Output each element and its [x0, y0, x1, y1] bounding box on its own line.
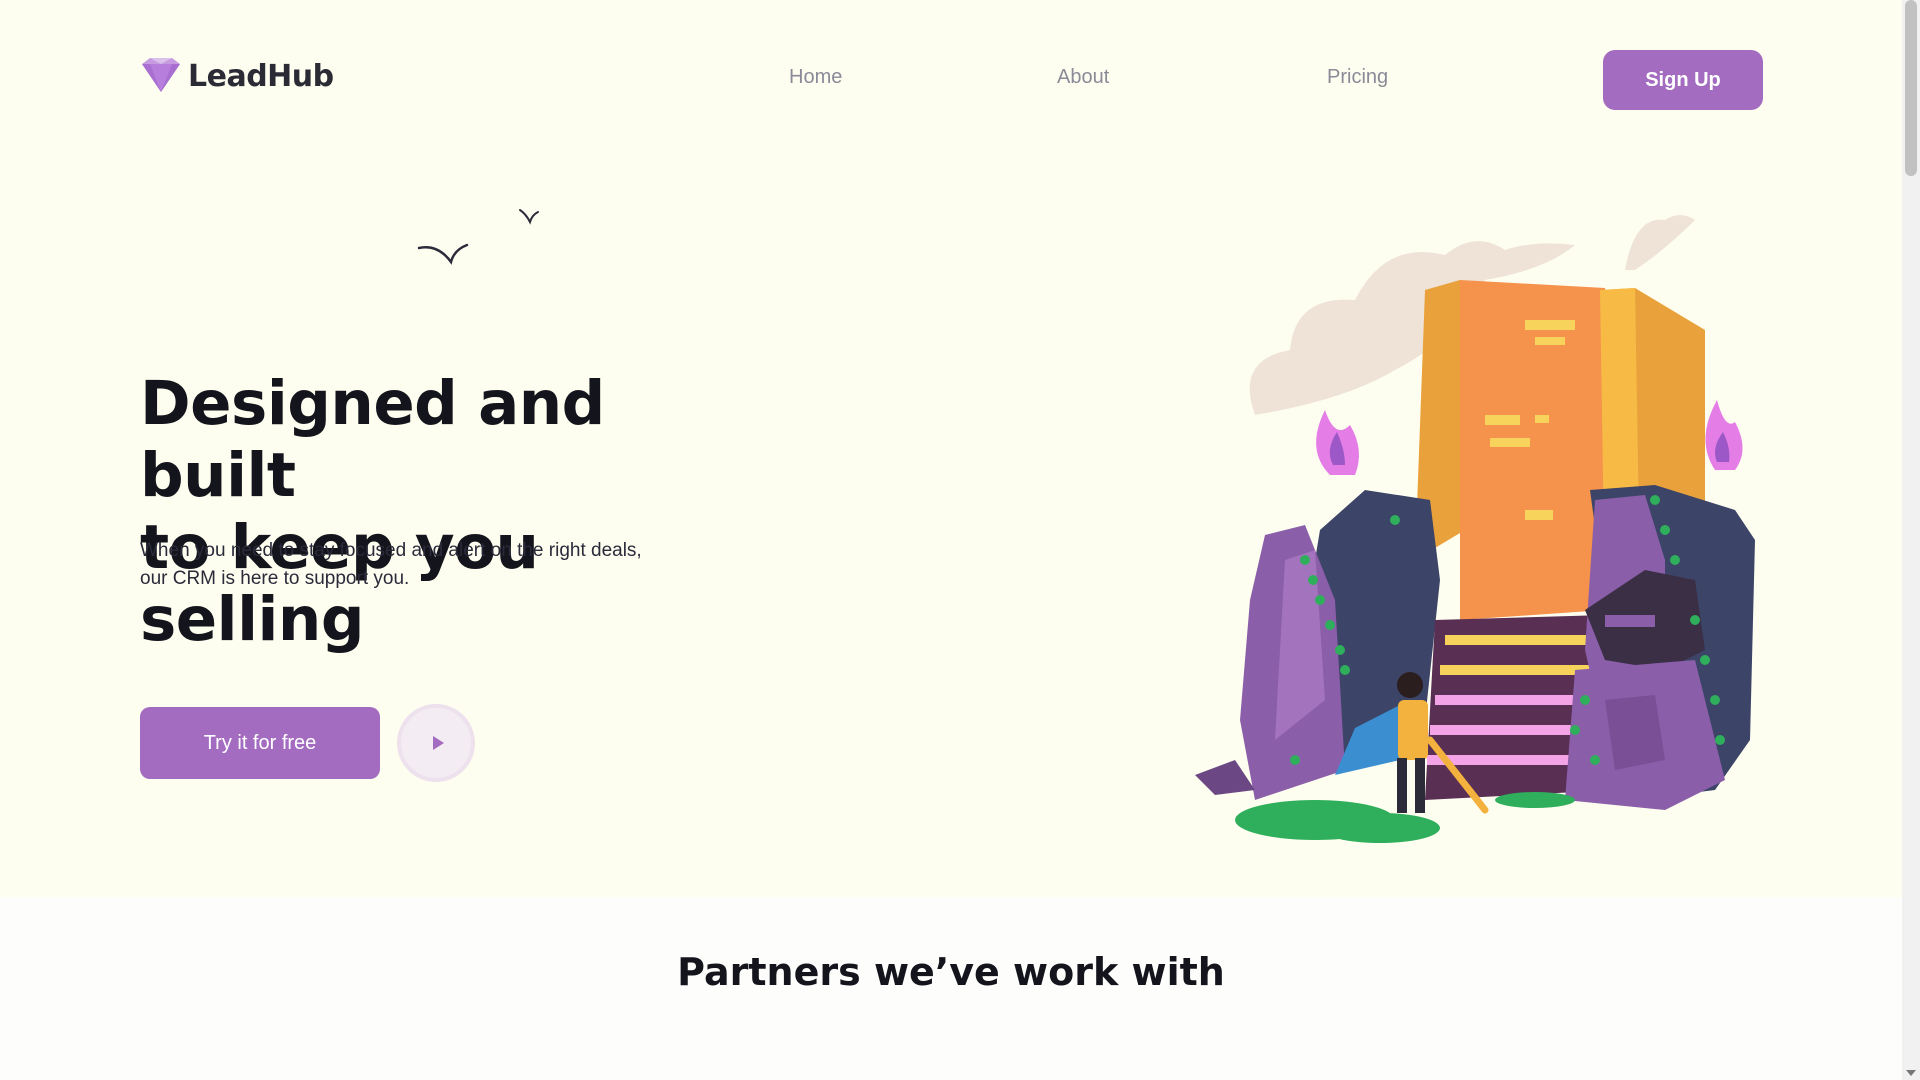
sign-up-button[interactable]: Sign Up [1603, 50, 1763, 110]
hero-title-line-1: Designed and built [140, 368, 605, 511]
page-scrollbar[interactable] [1902, 0, 1920, 1080]
top-navbar: LeadHub Home About Pricing Sign Up [0, 0, 1902, 160]
birds-decoration [417, 209, 539, 265]
scrollbar-thumb[interactable] [1905, 0, 1917, 176]
brand-name: LeadHub [188, 58, 334, 94]
scroll-down-arrow-icon[interactable] [1906, 1070, 1916, 1076]
landing-page: LeadHub Home About Pricing Sign Up Desig… [0, 0, 1902, 1080]
try-it-free-button[interactable]: Try it for free [140, 707, 380, 779]
hero-title: Designed and built to keep you selling [140, 368, 760, 656]
hero-illustration [1195, 215, 1755, 843]
partners-section: Partners we’ve work with [0, 897, 1902, 1080]
hero-subtitle: When you need to stay focused and alert … [140, 540, 642, 589]
nav-home-link[interactable]: Home [789, 66, 842, 89]
play-video-button[interactable] [397, 704, 475, 782]
nav-about-link[interactable]: About [1057, 66, 1109, 89]
partners-title: Partners we’ve work with [677, 950, 1225, 994]
play-icon [432, 736, 444, 750]
nav-pricing-link[interactable]: Pricing [1327, 66, 1388, 89]
diamond-icon [142, 58, 180, 92]
brand-logo[interactable]: LeadHub [140, 58, 334, 94]
